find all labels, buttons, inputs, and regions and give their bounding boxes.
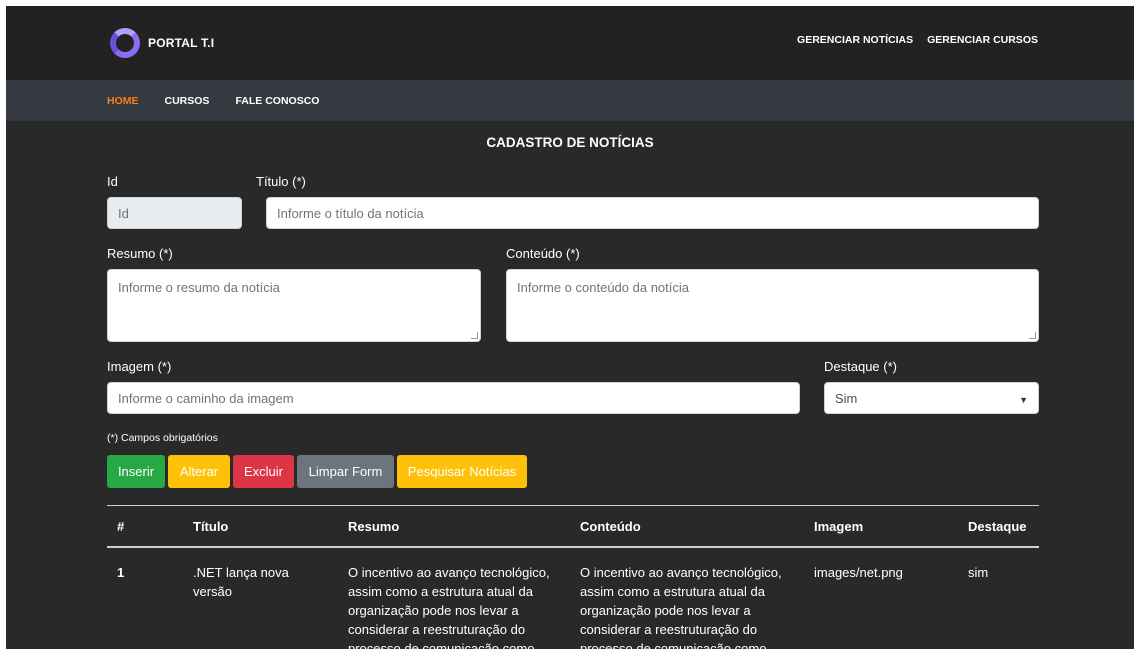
resumo-placeholder: Informe o resumo da notícia: [118, 280, 280, 295]
limpar-form-button[interactable]: Limpar Form: [297, 455, 394, 488]
imagem-label: Imagem (*): [107, 359, 172, 374]
table-divider: [107, 505, 1039, 506]
required-note: (*) Campos obrigatórios: [107, 432, 218, 444]
conteudo-textarea[interactable]: Informe o conteúdo da notícia: [506, 269, 1039, 342]
nav-gerenciar-noticias[interactable]: GERENCIAR NOTÍCIAS: [797, 34, 913, 46]
cell-titulo: .NET lança nova versão: [193, 565, 289, 599]
id-input[interactable]: Id: [107, 197, 242, 229]
main-navbar: HOME CURSOS FALE CONOSCO: [6, 80, 1134, 121]
brand-logo[interactable]: PORTAL T.I: [110, 28, 214, 58]
table-header-divider: [107, 546, 1039, 548]
titulo-label: Título (*): [256, 174, 306, 189]
nav-home[interactable]: HOME: [107, 95, 139, 107]
cell-destaque: sim: [968, 565, 989, 580]
cell-conteudo: O incentivo ao avanço tecnológico, assim…: [580, 565, 782, 649]
col-header-titulo: Título: [193, 519, 229, 534]
chevron-down-icon: ▼: [1019, 395, 1028, 405]
excluir-button[interactable]: Excluir: [233, 455, 294, 488]
conteudo-label: Conteúdo (*): [506, 246, 580, 261]
nav-cursos[interactable]: CURSOS: [165, 95, 210, 107]
cell-resumo: O incentivo ao avanço tecnológico, assim…: [348, 565, 550, 649]
col-header-imagem: Imagem: [814, 519, 864, 534]
col-header-resumo: Resumo: [348, 519, 400, 534]
top-header: PORTAL T.I GERENCIAR NOTÍCIAS GERENCIAR …: [6, 6, 1134, 80]
alterar-button[interactable]: Alterar: [168, 455, 230, 488]
brand-name: PORTAL T.I: [148, 36, 215, 50]
destaque-value: Sim: [835, 391, 858, 406]
titulo-placeholder: Informe o título da notícia: [277, 206, 424, 221]
destaque-select[interactable]: Sim ▼: [824, 382, 1039, 414]
titulo-input[interactable]: Informe o título da notícia: [266, 197, 1039, 229]
app-window: PORTAL T.I GERENCIAR NOTÍCIAS GERENCIAR …: [6, 6, 1134, 649]
resize-grip-icon[interactable]: [1029, 332, 1036, 339]
page-title: CADASTRO DE NOTÍCIAS: [486, 135, 654, 150]
cell-imagem: images/net.png: [814, 565, 903, 580]
imagem-placeholder: Informe o caminho da imagem: [118, 391, 294, 406]
id-label: Id: [107, 174, 118, 189]
col-header-id: #: [117, 519, 125, 534]
admin-nav: GERENCIAR NOTÍCIAS GERENCIAR CURSOS: [797, 34, 1038, 46]
inserir-button[interactable]: Inserir: [107, 455, 165, 488]
resumo-label: Resumo (*): [107, 246, 173, 261]
nav-fale-conosco[interactable]: FALE CONOSCO: [235, 95, 319, 107]
col-header-destaque: Destaque: [968, 519, 1027, 534]
resize-grip-icon[interactable]: [471, 332, 478, 339]
resumo-textarea[interactable]: Informe o resumo da notícia: [107, 269, 481, 342]
col-header-conteudo: Conteúdo: [580, 519, 641, 534]
id-placeholder: Id: [118, 206, 129, 221]
pesquisar-noticias-button[interactable]: Pesquisar Notícias: [397, 455, 527, 488]
cell-id: 1: [117, 565, 125, 580]
nav-gerenciar-cursos[interactable]: GERENCIAR CURSOS: [927, 34, 1038, 46]
imagem-input[interactable]: Informe o caminho da imagem: [107, 382, 800, 414]
destaque-label: Destaque (*): [824, 359, 897, 374]
logo-ring-icon: [110, 28, 140, 58]
page: PORTAL T.I GERENCIAR NOTÍCIAS GERENCIAR …: [0, 0, 1140, 649]
conteudo-placeholder: Informe o conteúdo da notícia: [517, 280, 690, 295]
